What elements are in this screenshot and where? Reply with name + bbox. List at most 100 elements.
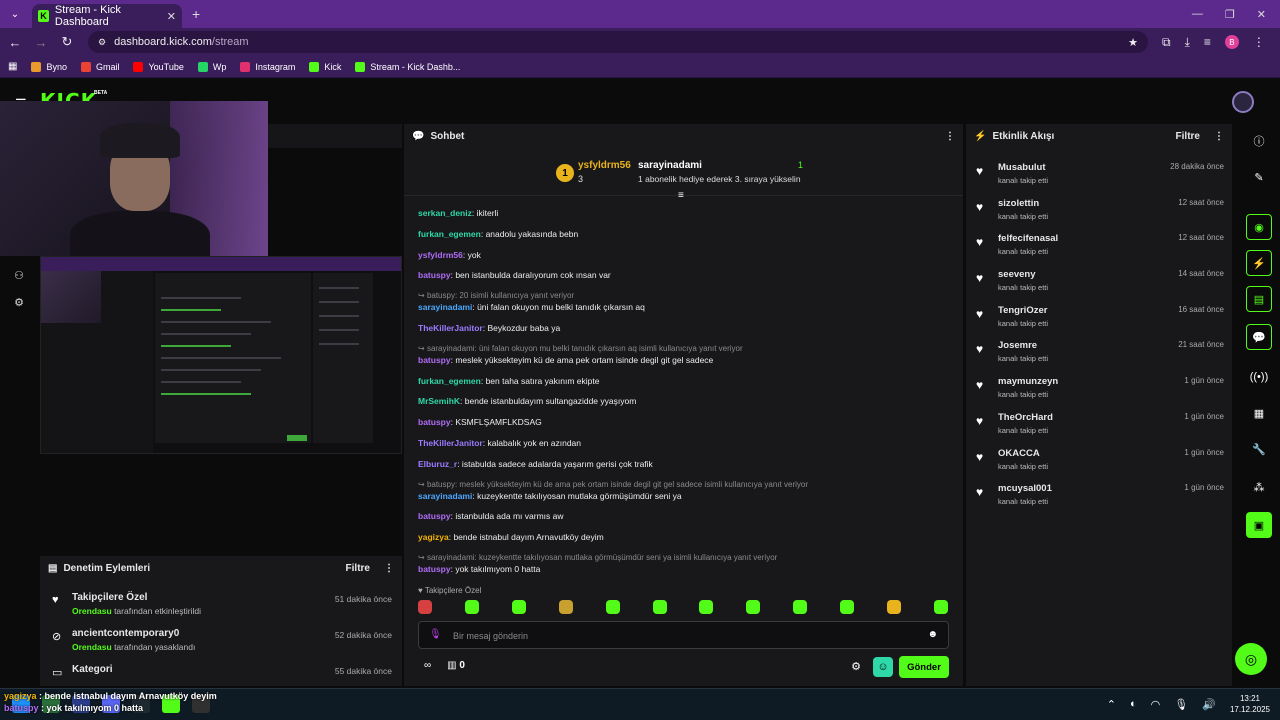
back-button[interactable]: ← — [4, 35, 26, 50]
microphone-icon[interactable]: 🎙 — [429, 629, 442, 640]
chat-username[interactable]: Elburuz_r — [418, 459, 457, 469]
chat-message[interactable]: serkan_deniz: ikiterli — [418, 208, 948, 219]
maximize-button[interactable]: ❐ — [1225, 8, 1235, 21]
chat-username[interactable]: batuspy — [418, 355, 451, 365]
emote-icon[interactable] — [887, 600, 902, 614]
emote-icon[interactable] — [699, 600, 714, 614]
chat-settings-icon[interactable]: ⚙ — [851, 660, 861, 673]
mic-tray-icon[interactable]: 🎙 — [1174, 698, 1188, 711]
browser-tab[interactable]: K Stream - Kick Dashboard ✕ — [32, 4, 182, 28]
activity-item[interactable]: ♥ felfecifenasal kanalı takip etti 12 sa… — [966, 229, 1232, 265]
moderation-menu-icon[interactable]: ⋮ — [384, 563, 394, 574]
chat-message[interactable]: furkan_egemen: ben taha satıra yakınım e… — [418, 376, 948, 387]
emote-icon[interactable] — [793, 600, 808, 614]
bookmark-item[interactable]: Stream - Kick Dashb... — [355, 61, 460, 72]
quick-action-icon[interactable]: ⚡ — [1246, 250, 1272, 276]
bookmark-item[interactable]: Gmail — [80, 61, 119, 72]
broadcast-icon[interactable]: ((•)) — [1246, 364, 1272, 390]
chat-message[interactable]: batuspy: istanbulda ada mı varmıs aw — [418, 511, 948, 522]
activity-item[interactable]: ♥ TheOrcHard kanalı takip etti 1 gün önc… — [966, 408, 1232, 444]
emote-icon[interactable] — [558, 600, 573, 614]
moderation-filter-button[interactable]: Filtre — [346, 563, 370, 574]
system-clock[interactable]: 13:21 17.12.2025 — [1230, 693, 1270, 715]
chat-message[interactable]: Elburuz_r: istabulda sadece adalarda yaş… — [418, 459, 948, 470]
activity-filter-button[interactable]: Filtre — [1176, 131, 1200, 142]
store-icon[interactable]: ▥ 0 — [447, 660, 465, 671]
chat-message[interactable]: MrSemihK: bende istanbuldayım sultangazi… — [418, 396, 948, 407]
chat-username[interactable]: batuspy — [418, 270, 451, 280]
activity-item[interactable]: ♥ mcuysal001 kanalı takip etti 1 gün önc… — [966, 479, 1232, 515]
chat-message[interactable]: furkan_egemen: anadolu yakasında bebn — [418, 229, 948, 240]
activity-item[interactable]: ♥ Josemre kanalı takip etti 21 saat önce — [966, 336, 1232, 372]
share-icon[interactable]: ⁂ — [1246, 474, 1272, 500]
chat-username[interactable]: serkan_deniz — [418, 208, 472, 218]
bookmark-item[interactable]: Wp — [197, 61, 226, 72]
stream-preview[interactable] — [40, 256, 402, 454]
extensions-icon[interactable]: ⧉ — [1162, 35, 1171, 50]
chat-message[interactable]: yagizya: bende istnabul dayım Arnavutköy… — [418, 532, 948, 543]
chat-message[interactable]: batuspy: ben istanbulda daralıyorum cok … — [418, 270, 948, 281]
activity-item[interactable]: ♥ OKACCA kanalı takip etti 1 gün önce — [966, 444, 1232, 480]
moderation-item[interactable]: ⊘ ancientcontemporary0 Orendasu tarafınd… — [40, 624, 402, 660]
emoji-picker-icon[interactable]: ☻ — [927, 629, 938, 640]
chat-username[interactable]: TheKillerJanitor — [418, 438, 483, 448]
chat-menu-icon[interactable]: ⋮ — [945, 131, 955, 142]
activity-item[interactable]: ♥ TengriOzer kanalı takip etti 16 saat ö… — [966, 301, 1232, 337]
emote-shortcut-button[interactable]: ☺ — [873, 657, 893, 677]
moderation-item[interactable]: ♥ Takipçilere Özel Orendasu tarafından e… — [40, 588, 402, 624]
chat-username[interactable]: TheKillerJanitor — [418, 323, 483, 333]
downloads-icon[interactable]: ⤓ — [1185, 35, 1190, 50]
bookmark-star-icon[interactable]: ★ — [1128, 36, 1138, 49]
emote-icon[interactable] — [933, 600, 948, 614]
info-icon[interactable]: ⓘ — [1246, 128, 1272, 154]
emote-icon[interactable] — [464, 600, 479, 614]
user-avatar[interactable] — [1232, 91, 1254, 113]
activity-item[interactable]: ♥ Musabulut kanalı takip etti 28 dakika … — [966, 158, 1232, 194]
emote-icon[interactable] — [605, 600, 620, 614]
chat-input[interactable]: 🎙 Bir mesaj gönderin ☻ — [418, 621, 949, 649]
new-tab-button[interactable]: + — [192, 6, 200, 22]
forward-button[interactable]: → — [30, 35, 52, 50]
emote-icon[interactable] — [511, 600, 526, 614]
edit-icon[interactable]: ✎ — [1246, 164, 1272, 190]
volume-icon[interactable]: 🔊 — [1202, 698, 1216, 711]
chat-username[interactable]: batuspy — [418, 511, 451, 521]
browser-menu-icon[interactable]: ⋮ — [1253, 35, 1265, 49]
chat-message[interactable]: ysfyldrm56: yok — [418, 250, 948, 261]
chat-username[interactable]: batuspy — [418, 564, 451, 574]
apps-grid-icon[interactable]: ▦ — [8, 61, 17, 72]
chat-message[interactable]: sarayinadami: üni falan okuyon mu belki … — [418, 302, 948, 313]
tab-close-icon[interactable]: ✕ — [167, 10, 176, 23]
chat-username[interactable]: yagizya — [418, 532, 449, 542]
url-input[interactable]: ⚙ dashboard.kick.com/stream ★ — [88, 31, 1148, 53]
collapse-pinned-icon[interactable]: ≡ — [678, 190, 684, 201]
notes-icon[interactable]: ▤ — [1246, 286, 1272, 312]
reply-context[interactable]: ↪ batuspy: meslek yüksekteyim kü de ama … — [418, 480, 948, 489]
bookmark-item[interactable]: Kick — [309, 61, 341, 72]
activity-item[interactable]: ♥ maymunzeyn kanalı takip etti 1 gün önc… — [966, 372, 1232, 408]
emote-icon[interactable] — [746, 600, 761, 614]
activity-item[interactable]: ♥ sizolettin kanalı takip etti 12 saat ö… — [966, 194, 1232, 230]
green-shortcut-icon[interactable]: ▣ — [1246, 512, 1272, 538]
activity-menu-icon[interactable]: ⋮ — [1214, 131, 1224, 142]
reply-context[interactable]: ↪ batuspy: 20 isimli kullanıcıya yanıt v… — [418, 291, 948, 300]
close-window-button[interactable]: ✕ — [1257, 8, 1266, 21]
chat-message[interactable]: TheKillerJanitor: kalabalık yok en azınd… — [418, 438, 948, 449]
chat-message[interactable]: batuspy: meslek yüksekteyim kü de ama pe… — [418, 355, 948, 366]
chat-toggle-icon[interactable]: 💬 — [1246, 324, 1272, 350]
gifter-username[interactable]: ysfyldrm56 — [578, 160, 631, 171]
minimize-button[interactable]: — — [1192, 8, 1203, 21]
reload-button[interactable]: ↻ — [56, 34, 78, 50]
activity-item[interactable]: ♥ seeveny kanalı takip etti 14 saat önce — [966, 265, 1232, 301]
media-icon[interactable]: ≡ — [1204, 35, 1211, 49]
wrench-icon[interactable]: 🔧 — [1246, 436, 1272, 462]
reply-context[interactable]: ↪ sarayinadami: kuzeykentte takılıyosan … — [418, 553, 948, 562]
channel-points-icon[interactable]: ∞ — [424, 660, 431, 671]
chat-username[interactable]: sarayinadami — [418, 302, 472, 312]
chat-message[interactable]: sarayinadami: kuzeykentte takılıyosan mu… — [418, 491, 948, 502]
focus-icon[interactable]: ◉ — [1246, 214, 1272, 240]
chat-username[interactable]: batuspy — [418, 417, 451, 427]
tab-search-button[interactable]: ⌄ — [4, 5, 26, 23]
chat-message[interactable]: TheKillerJanitor: Beykozdur baba ya — [418, 323, 948, 334]
tray-expand-icon[interactable]: ⌃ — [1107, 698, 1116, 711]
